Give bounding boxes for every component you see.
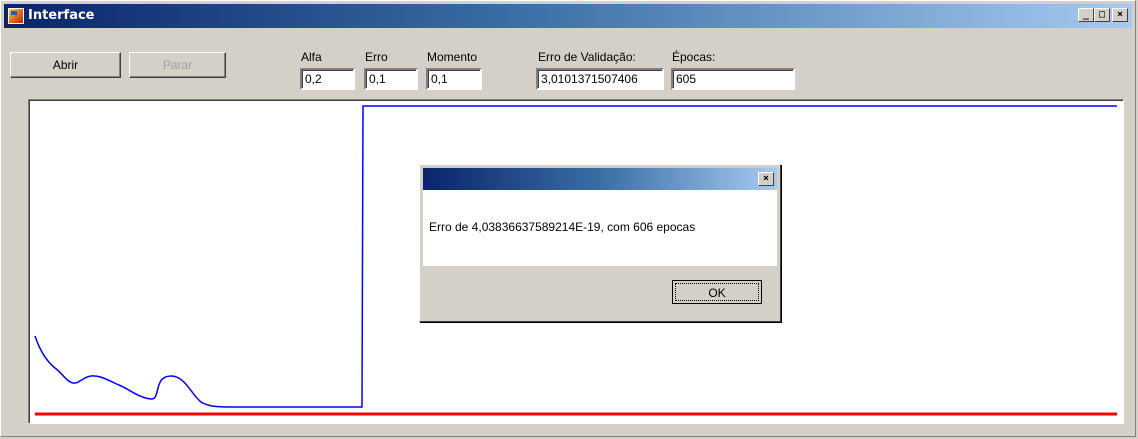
dialog-close-button[interactable]: × <box>758 172 774 186</box>
caption-buttons: _ □ × <box>1078 8 1128 22</box>
window-title: Interface <box>28 8 95 23</box>
momento-input[interactable]: 0,1 <box>426 68 482 90</box>
dialog-ok-label: OK <box>675 283 759 301</box>
epochs-input[interactable]: 605 <box>671 68 795 90</box>
validation-error-label: Erro de Validação: <box>538 50 636 64</box>
dialog-body: Erro de 4,03836637589214E-19, com 606 ep… <box>423 190 777 266</box>
dialog-message: Erro de 4,03836637589214E-19, com 606 ep… <box>429 220 696 234</box>
erro-label: Erro <box>365 50 388 64</box>
alfa-input[interactable]: 0,2 <box>300 68 355 90</box>
maximize-button[interactable]: □ <box>1094 8 1110 22</box>
validation-error-input[interactable]: 3,0101371507406 <box>536 68 664 90</box>
close-button[interactable]: × <box>1112 8 1128 22</box>
momento-label: Momento <box>427 50 478 64</box>
title-bar[interactable]: Interface _ □ × <box>4 4 1132 28</box>
epochs-label: Épocas: <box>672 50 716 64</box>
message-dialog: × Erro de 4,03836637589214E-19, com 606 … <box>419 164 781 322</box>
stop-button[interactable]: Parar <box>129 52 226 78</box>
minimize-button[interactable]: _ <box>1078 8 1094 22</box>
erro-input[interactable]: 0,1 <box>364 68 418 90</box>
alfa-label: Alfa <box>301 50 322 64</box>
open-button[interactable]: Abrir <box>10 52 121 78</box>
app-icon[interactable] <box>8 8 24 24</box>
dialog-ok-button[interactable]: OK <box>672 280 762 304</box>
main-window: Interface _ □ × Abrir Parar Alfa 0,2 Err… <box>0 0 1136 437</box>
dialog-title-bar[interactable]: × <box>423 168 777 190</box>
